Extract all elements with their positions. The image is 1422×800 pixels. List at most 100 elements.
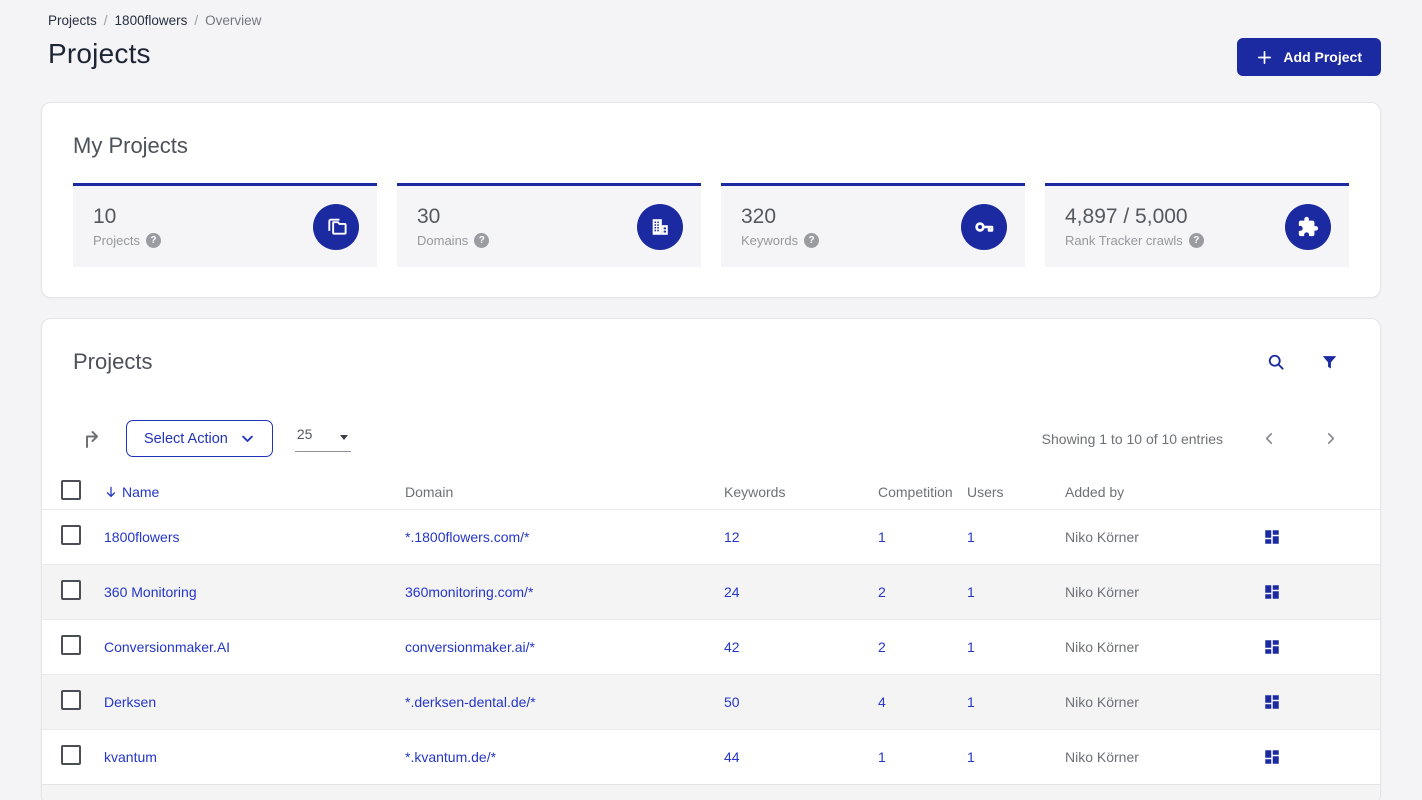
projects-table: Name Domain Keywords Competition Users A… xyxy=(42,474,1380,800)
add-project-button[interactable]: Add Project xyxy=(1237,38,1381,76)
project-competition-link[interactable]: 2 xyxy=(878,639,967,655)
export-arrow-icon[interactable] xyxy=(73,427,104,451)
stat-tile-rank-tracker: 4,897 / 5,000 Rank Tracker crawls ? xyxy=(1045,183,1349,267)
project-domain-link[interactable]: *.kvantum.de/* xyxy=(405,749,724,765)
chevron-down-icon xyxy=(240,431,255,446)
project-competition-link[interactable]: 1 xyxy=(878,749,967,765)
dashboard-icon[interactable] xyxy=(1263,638,1281,656)
column-header-name[interactable]: Name xyxy=(104,484,405,500)
help-icon[interactable]: ? xyxy=(474,233,490,248)
project-added-by: Niko Körner xyxy=(1065,529,1139,545)
project-name-link[interactable]: Derksen xyxy=(104,694,405,710)
search-icon[interactable] xyxy=(1266,352,1286,372)
page-title: Projects xyxy=(48,38,151,69)
breadcrumb-current: Overview xyxy=(205,13,262,28)
project-users-link[interactable]: 1 xyxy=(967,529,1065,545)
help-icon[interactable]: ? xyxy=(804,233,820,248)
project-keywords-link[interactable]: 42 xyxy=(724,639,878,655)
row-checkbox[interactable] xyxy=(61,579,81,600)
pagination-summary: Showing 1 to 10 of 10 entries xyxy=(1041,430,1223,447)
table-row: 360 Monitoring 360monitoring.com/* 24 2 … xyxy=(42,564,1380,619)
help-icon[interactable]: ? xyxy=(1188,233,1204,248)
row-checkbox[interactable] xyxy=(61,689,81,710)
chevron-right-icon[interactable] xyxy=(1312,430,1349,447)
plus-icon xyxy=(1256,49,1273,66)
project-users-link[interactable]: 1 xyxy=(967,694,1065,710)
page-size-value: 25 xyxy=(296,425,313,442)
stat-label: Domains xyxy=(417,233,469,248)
stat-label: Projects xyxy=(93,233,140,248)
project-name-link[interactable]: kvantum xyxy=(104,749,405,765)
key-icon xyxy=(961,203,1007,250)
breadcrumb: Projects / 1800flowers / Overview xyxy=(48,13,1381,28)
project-name-link[interactable]: Conversionmaker.AI xyxy=(104,639,405,655)
stat-value: 10 xyxy=(93,205,117,228)
breadcrumb-projects-link[interactable]: Projects xyxy=(48,13,97,28)
sort-down-icon xyxy=(104,485,118,499)
chevron-left-icon[interactable] xyxy=(1251,430,1288,447)
row-checkbox[interactable] xyxy=(61,634,81,655)
breadcrumb-separator: / xyxy=(194,13,199,28)
puzzle-icon xyxy=(1285,203,1331,250)
table-body: 1800flowers *.1800flowers.com/* 12 1 1 N… xyxy=(42,509,1380,784)
breadcrumb-project-link[interactable]: 1800flowers xyxy=(115,13,188,28)
project-keywords-link[interactable]: 50 xyxy=(724,694,878,710)
project-added-by: Niko Körner xyxy=(1065,749,1139,765)
stat-tile-keywords: 320 Keywords ? xyxy=(721,183,1025,267)
projects-table-card: Projects Select Action 25 Showing 1 to 1… xyxy=(41,318,1381,800)
project-keywords-link[interactable]: 44 xyxy=(724,749,878,765)
stat-tile-domains: 30 Domains ? xyxy=(397,183,701,267)
project-keywords-link[interactable]: 24 xyxy=(724,584,878,600)
dashboard-icon[interactable] xyxy=(1263,748,1281,766)
project-competition-link[interactable]: 2 xyxy=(878,584,967,600)
add-project-label: Add Project xyxy=(1283,49,1362,65)
row-checkbox[interactable] xyxy=(61,524,81,545)
project-competition-link[interactable]: 1 xyxy=(878,529,967,545)
breadcrumb-separator: / xyxy=(103,13,108,28)
project-users-link[interactable]: 1 xyxy=(967,639,1065,655)
stat-value: 4,897 / 5,000 xyxy=(1065,205,1188,228)
table-header-row: Name Domain Keywords Competition Users A… xyxy=(42,474,1380,509)
stat-tile-projects: 10 Projects ? xyxy=(73,183,377,267)
project-added-by: Niko Körner xyxy=(1065,584,1139,600)
column-header-added-by[interactable]: Added by xyxy=(1065,484,1263,500)
project-domain-link[interactable]: 360monitoring.com/* xyxy=(405,584,724,600)
my-projects-card: My Projects 10 Projects ? 30 Domains ? 3… xyxy=(41,102,1381,298)
select-triangle-icon xyxy=(339,434,348,440)
project-users-link[interactable]: 1 xyxy=(967,584,1065,600)
table-row: Conversionmaker.AI conversionmaker.ai/* … xyxy=(42,619,1380,674)
filter-icon[interactable] xyxy=(1320,353,1339,372)
project-name-link[interactable]: 360 Monitoring xyxy=(104,584,405,600)
project-added-by: Niko Körner xyxy=(1065,694,1139,710)
row-checkbox[interactable] xyxy=(61,744,81,765)
help-icon[interactable]: ? xyxy=(145,233,161,248)
table-toolbar: Select Action 25 Showing 1 to 10 of 10 e… xyxy=(73,420,1349,457)
dashboard-icon[interactable] xyxy=(1263,693,1281,711)
project-added-by: Niko Körner xyxy=(1065,639,1139,655)
select-action-label: Select Action xyxy=(144,430,228,447)
select-all-checkbox[interactable] xyxy=(61,480,81,500)
page-size-select[interactable]: 25 xyxy=(294,425,351,452)
column-header-domain[interactable]: Domain xyxy=(405,484,724,500)
column-header-keywords[interactable]: Keywords xyxy=(724,484,878,500)
dashboard-icon[interactable] xyxy=(1263,583,1281,601)
stat-value: 30 xyxy=(417,205,441,228)
project-name-link[interactable]: 1800flowers xyxy=(104,529,405,545)
project-keywords-link[interactable]: 12 xyxy=(724,529,878,545)
project-users-link[interactable]: 1 xyxy=(967,749,1065,765)
project-domain-link[interactable]: conversionmaker.ai/* xyxy=(405,639,724,655)
page-header: Projects Add Project xyxy=(41,38,1381,76)
table-row-partial xyxy=(42,784,1380,800)
project-domain-link[interactable]: *.derksen-dental.de/* xyxy=(405,694,724,710)
my-projects-title: My Projects xyxy=(73,133,188,158)
dashboard-icon[interactable] xyxy=(1263,528,1281,546)
project-domain-link[interactable]: *.1800flowers.com/* xyxy=(405,529,724,545)
project-competition-link[interactable]: 4 xyxy=(878,694,967,710)
column-header-users[interactable]: Users xyxy=(967,484,1065,500)
stats-grid: 10 Projects ? 30 Domains ? 320 Keywords … xyxy=(73,183,1349,267)
table-row: Derksen *.derksen-dental.de/* 50 4 1 Nik… xyxy=(42,674,1380,729)
building-icon xyxy=(637,203,683,250)
table-row: 1800flowers *.1800flowers.com/* 12 1 1 N… xyxy=(42,509,1380,564)
select-action-button[interactable]: Select Action xyxy=(126,420,273,457)
column-header-competition[interactable]: Competition xyxy=(878,484,967,500)
